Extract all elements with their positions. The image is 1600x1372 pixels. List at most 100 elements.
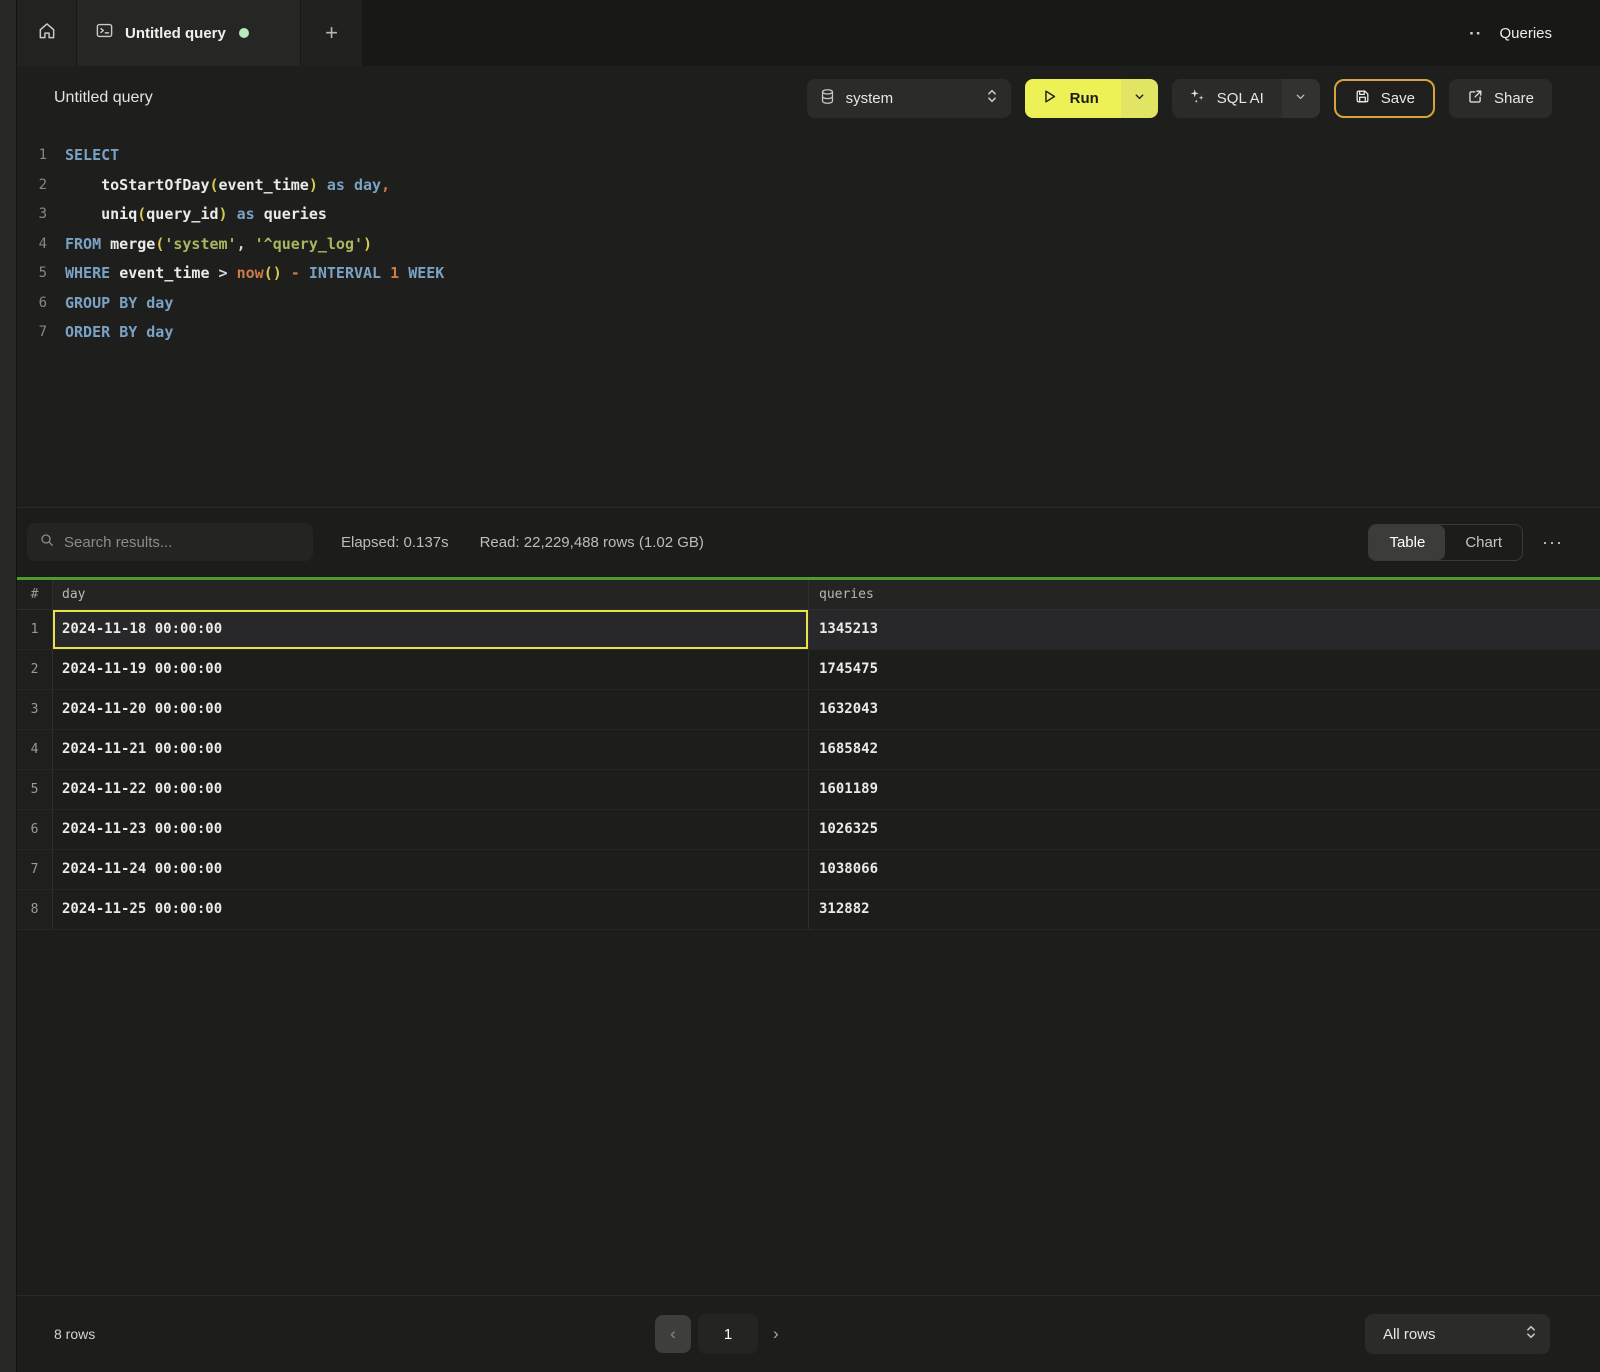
cell-day[interactable]: 2024-11-20 00:00:00	[52, 690, 808, 729]
cell-day[interactable]: 2024-11-24 00:00:00	[52, 850, 808, 889]
table-row[interactable]: 72024-11-24 00:00:001038066	[17, 850, 1600, 890]
code-token: -	[291, 264, 300, 282]
line-number: 7	[17, 318, 47, 348]
sql-ai-options-button[interactable]	[1282, 79, 1320, 118]
code-token: GROUP	[65, 294, 110, 312]
sql-editor[interactable]: 1SELECT2 toStartOfDay(event_time) as day…	[17, 130, 1600, 507]
code-token	[318, 176, 327, 194]
cell-day[interactable]: 2024-11-21 00:00:00	[52, 730, 808, 769]
code-line[interactable]: 1SELECT	[17, 141, 1600, 171]
more-menu-icon[interactable]: ···	[1540, 529, 1565, 555]
code-token: BY	[119, 323, 137, 341]
cell-queries[interactable]: 1632043	[808, 690, 1600, 729]
line-number: 2	[17, 171, 47, 201]
code-token: ORDER	[65, 323, 110, 341]
code-token: )	[219, 205, 228, 223]
elapsed-stat: Elapsed: 0.137s	[341, 534, 449, 551]
read-stat: Read: 22,229,488 rows (1.02 GB)	[480, 534, 704, 551]
cell-day[interactable]: 2024-11-18 00:00:00	[52, 610, 808, 649]
page-size-select[interactable]: All rows	[1365, 1314, 1550, 1354]
chevron-right-icon: ›	[773, 1324, 779, 1343]
tab-title: Untitled query	[125, 25, 226, 42]
run-options-button[interactable]	[1121, 79, 1158, 118]
table-row[interactable]: 82024-11-25 00:00:00312882	[17, 890, 1600, 930]
code-token: '^query_log'	[255, 235, 363, 253]
table-row[interactable]: 62024-11-23 00:00:001026325	[17, 810, 1600, 850]
cell-day[interactable]: 2024-11-19 00:00:00	[52, 650, 808, 689]
tab-bar-spacer	[362, 0, 1469, 66]
cell-queries[interactable]: 1345213	[808, 610, 1600, 649]
cell-day[interactable]: 2024-11-23 00:00:00	[52, 810, 808, 849]
tab-table[interactable]: Table	[1369, 525, 1445, 560]
results-toolbar-right: Table Chart ···	[1368, 524, 1565, 561]
current-page-button[interactable]: 1	[698, 1314, 758, 1354]
code-line[interactable]: 2 toStartOfDay(event_time) as day,	[17, 171, 1600, 201]
cell-queries[interactable]: 1745475	[808, 650, 1600, 689]
cell-queries[interactable]: 1038066	[808, 850, 1600, 889]
cell-queries[interactable]: 1601189	[808, 770, 1600, 809]
database-select[interactable]: system	[807, 79, 1011, 118]
results-toolbar: Elapsed: 0.137s Read: 22,229,488 rows (1…	[17, 507, 1600, 577]
cell-queries[interactable]: 1685842	[808, 730, 1600, 769]
run-button[interactable]: Run	[1025, 79, 1121, 118]
line-number: 5	[17, 259, 47, 289]
home-button[interactable]	[17, 0, 77, 66]
column-header-queries[interactable]: queries	[808, 580, 1600, 609]
tab-chart[interactable]: Chart	[1445, 525, 1522, 560]
new-tab-button[interactable]: +	[300, 0, 362, 66]
cell-day[interactable]: 2024-11-22 00:00:00	[52, 770, 808, 809]
queries-button[interactable]: ·· Queries	[1469, 0, 1600, 66]
cell-day[interactable]: 2024-11-25 00:00:00	[52, 890, 808, 929]
queries-label: Queries	[1499, 25, 1552, 42]
sparkles-icon	[1188, 87, 1206, 109]
table-row[interactable]: 12024-11-18 00:00:001345213	[17, 610, 1600, 650]
table-row[interactable]: 52024-11-22 00:00:001601189	[17, 770, 1600, 810]
table-row[interactable]: 42024-11-21 00:00:001685842	[17, 730, 1600, 770]
chevron-down-icon	[1294, 90, 1307, 106]
cell-queries[interactable]: 1026325	[808, 810, 1600, 849]
table-row[interactable]: 32024-11-20 00:00:001632043	[17, 690, 1600, 730]
next-page-button[interactable]: ›	[765, 1324, 787, 1344]
code-token: day	[354, 176, 381, 194]
code-token: uniq	[101, 205, 137, 223]
search-box[interactable]	[27, 523, 313, 561]
prev-page-button[interactable]: ‹	[655, 1315, 691, 1353]
save-button[interactable]: Save	[1334, 79, 1435, 118]
table-header-row: # day queries	[17, 580, 1600, 610]
rows-count: 8 rows	[54, 1326, 95, 1342]
row-number: 3	[17, 690, 52, 729]
code-token: FROM	[65, 235, 101, 253]
column-header-day[interactable]: day	[52, 580, 808, 609]
code-line[interactable]: 5WHERE event_time > now() - INTERVAL 1 W…	[17, 259, 1600, 289]
code-line[interactable]: 3 uniq(query_id) as queries	[17, 200, 1600, 230]
table-row[interactable]: 22024-11-19 00:00:001745475	[17, 650, 1600, 690]
code-token: (	[155, 235, 164, 253]
code-token	[255, 205, 264, 223]
sql-ai-label: SQL AI	[1217, 90, 1264, 107]
run-button-group: Run	[1025, 79, 1158, 118]
code-token: ,	[381, 176, 390, 194]
search-input[interactable]	[64, 534, 301, 551]
page-title: Untitled query	[54, 89, 153, 107]
share-button[interactable]: Share	[1449, 79, 1552, 118]
updown-chevron-icon	[1524, 1324, 1538, 1344]
sql-ai-button[interactable]: SQL AI	[1172, 79, 1282, 118]
code-line[interactable]: 4FROM merge('system', '^query_log')	[17, 230, 1600, 260]
main-area: Untitled query + ·· Queries Untitled que…	[17, 0, 1600, 1372]
code-token: 1	[390, 264, 399, 282]
row-number: 7	[17, 850, 52, 889]
code-line[interactable]: 6GROUP BY day	[17, 289, 1600, 319]
code-token	[110, 323, 119, 341]
code-line[interactable]: 7ORDER BY day	[17, 318, 1600, 348]
code-token: WHERE	[65, 264, 110, 282]
code-token	[300, 264, 309, 282]
chevron-left-icon: ‹	[670, 1324, 676, 1343]
tab-untitled-query[interactable]: Untitled query	[77, 0, 300, 66]
plus-icon: +	[325, 20, 338, 46]
row-number: 1	[17, 610, 52, 649]
code-token: day	[146, 294, 173, 312]
app-root: Untitled query + ·· Queries Untitled que…	[0, 0, 1600, 1372]
cell-queries[interactable]: 312882	[808, 890, 1600, 929]
code-token	[65, 205, 101, 223]
results-empty-area	[17, 930, 1600, 1296]
